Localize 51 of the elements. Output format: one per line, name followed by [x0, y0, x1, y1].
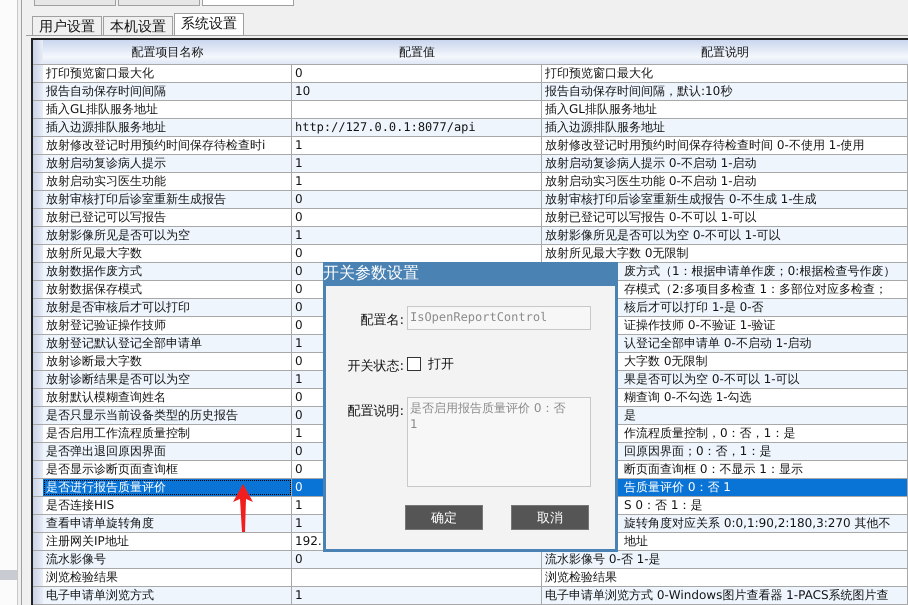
- table-cell: 电子申请单浏览方式 0-Windows图片查看器 1-PACS系统图片查: [542, 587, 908, 604]
- dialog-title: 开关参数设置: [323, 262, 618, 286]
- table-cell: 放射启动复诊病人提示 0-不启动 1-启动: [542, 155, 908, 172]
- table-cell: 0: [292, 209, 542, 226]
- table-cell: 插入GL排队服务地址: [43, 101, 292, 118]
- table-cell: 放射登记验证操作技师: [43, 317, 292, 334]
- table-cell: 0: [292, 65, 542, 82]
- table-cell: 1: [292, 227, 542, 244]
- table-cell: 放射数据保存模式: [43, 281, 292, 298]
- table-cell: 10: [292, 83, 542, 100]
- table-cell: 1: [292, 173, 542, 190]
- table-cell: 流水影像号: [43, 551, 292, 568]
- table-cell: 放射修改登记时用预约时间保存待检查时间 0-不使用 1-使用: [542, 137, 908, 154]
- table-cell: 报告自动保存时间间隔，默认:10秒: [542, 83, 908, 100]
- table-cell: 放射数据作废方式: [43, 263, 292, 280]
- table-cell: 是否弹出退回原因界面: [43, 443, 292, 460]
- table-cell: 放射登记默认登记全部申请单: [43, 335, 292, 352]
- table-cell: 放射诊断结果是否可以为空: [43, 371, 292, 388]
- table-cell: 放射诊断最大字数: [43, 353, 292, 370]
- table-cell: 插入边源排队服务地址: [542, 119, 908, 136]
- table-cell: 1: [292, 155, 542, 172]
- table-cell: 放射所见最大字数: [43, 245, 292, 262]
- table-cell: 放射审核打印后诊室重新生成报告: [43, 191, 292, 208]
- table-cell: 放射是否审核后才可以打印: [43, 299, 292, 316]
- table-cell: 放射已登记可以写报告 0-不可以 1-可以: [542, 209, 908, 226]
- table-cell: 放射影像所见是否可以为空: [43, 227, 292, 244]
- table-cell: 插入边源排队服务地址: [43, 119, 292, 136]
- table-cell: 0: [292, 191, 542, 208]
- table-cell: 放射默认模糊查询姓名: [43, 389, 292, 406]
- table-cell: 注册网关IP地址: [43, 533, 292, 550]
- table-cell: 打印预览窗口最大化: [542, 65, 908, 82]
- table-cell: http://127.0.0.1:8077/api: [292, 119, 542, 136]
- table-cell: 放射修改登记时用预约时间保存待检查时i: [43, 137, 292, 154]
- table-cell: 插入GL排队服务地址: [542, 101, 908, 118]
- table-cell: 报告自动保存时间间隔: [43, 83, 292, 100]
- table-cell: 是否进行报告质量评价: [43, 479, 292, 496]
- table-cell: 放射已登记可以写报告: [43, 209, 292, 226]
- table-cell: 是否只显示当前设备类型的历史报告: [43, 407, 292, 424]
- table-cell: 放射启动复诊病人提示: [43, 155, 292, 172]
- table-cell: 是否显示诊断页面查询框: [43, 461, 292, 478]
- table-cell: 浏览检验结果: [542, 569, 908, 586]
- table-cell: 是否启用工作流程质量控制: [43, 425, 292, 442]
- table-cell: 浏览检验结果: [43, 569, 292, 586]
- table-cell: 电子申请单浏览方式: [43, 587, 292, 604]
- table-cell: 放射影像所见是否可以为空 0-不可以 1-可以: [542, 227, 908, 244]
- table-cell: 放射启动实习医生功能: [43, 173, 292, 190]
- table-cell: 放射启动实习医生功能 0-不启动 1-启动: [542, 173, 908, 190]
- table-cell: 打印预览窗口最大化: [43, 65, 292, 82]
- table-cell: 1: [292, 587, 542, 604]
- table-cell: 1: [292, 137, 542, 154]
- table-cell: 放射审核打印后诊室重新生成报告 0-不生成 1-生成: [542, 191, 908, 208]
